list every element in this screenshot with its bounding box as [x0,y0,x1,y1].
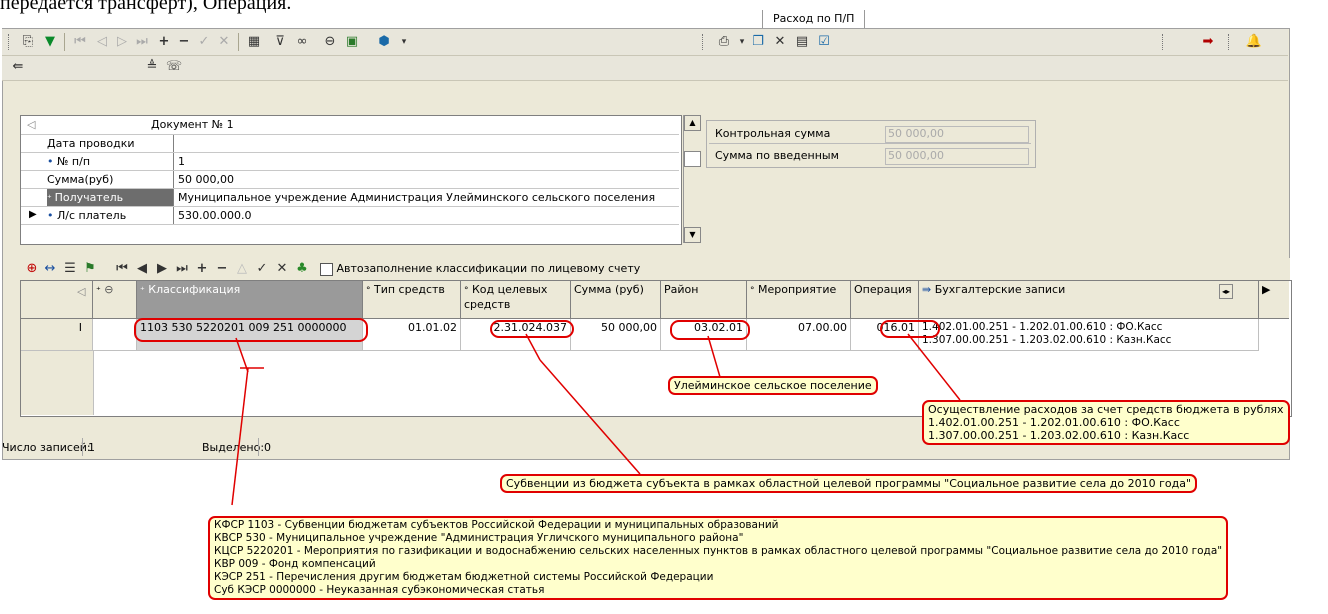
callout-classification: КФСР 1103 - Субвенции бюджетам субъектов… [208,516,1229,600]
callout-region: Улейминское сельское поселение [668,376,878,395]
callout-operation: Осуществление расходов за счет средств б… [922,400,1290,445]
callout-target-code: Субвенции из бюджета субъекта в рамках о… [500,474,1198,493]
